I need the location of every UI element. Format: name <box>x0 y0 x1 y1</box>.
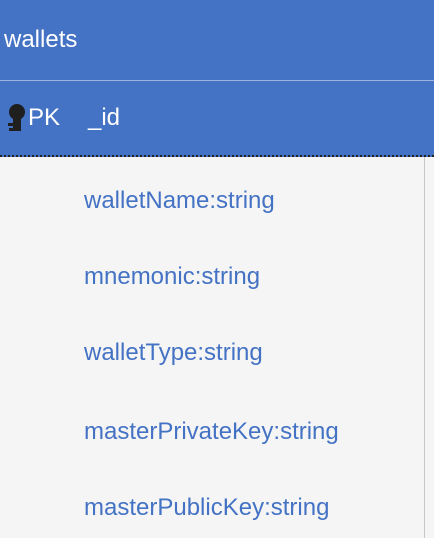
field-wallet-name[interactable]: walletName:string <box>84 181 275 221</box>
primary-key-label: PK <box>28 104 61 131</box>
primary-key-name: _id <box>88 104 121 131</box>
field-mnemonic[interactable]: mnemonic:string <box>84 257 260 297</box>
entity-wallets: wallets PK _id walletName:string mnemoni… <box>0 0 434 538</box>
entity-title: wallets <box>4 26 78 53</box>
field-master-private-key[interactable]: masterPrivateKey:string <box>84 412 339 452</box>
field-master-public-key[interactable]: masterPublicKey:string <box>84 488 329 528</box>
key-icon <box>8 104 25 131</box>
primary-key-row[interactable]: PK _id <box>0 81 434 157</box>
panel-edge <box>424 157 425 538</box>
entity-header[interactable]: wallets <box>0 0 434 81</box>
field-list: walletName:string mnemonic:string wallet… <box>0 157 434 538</box>
field-wallet-type[interactable]: walletType:string <box>84 333 263 373</box>
